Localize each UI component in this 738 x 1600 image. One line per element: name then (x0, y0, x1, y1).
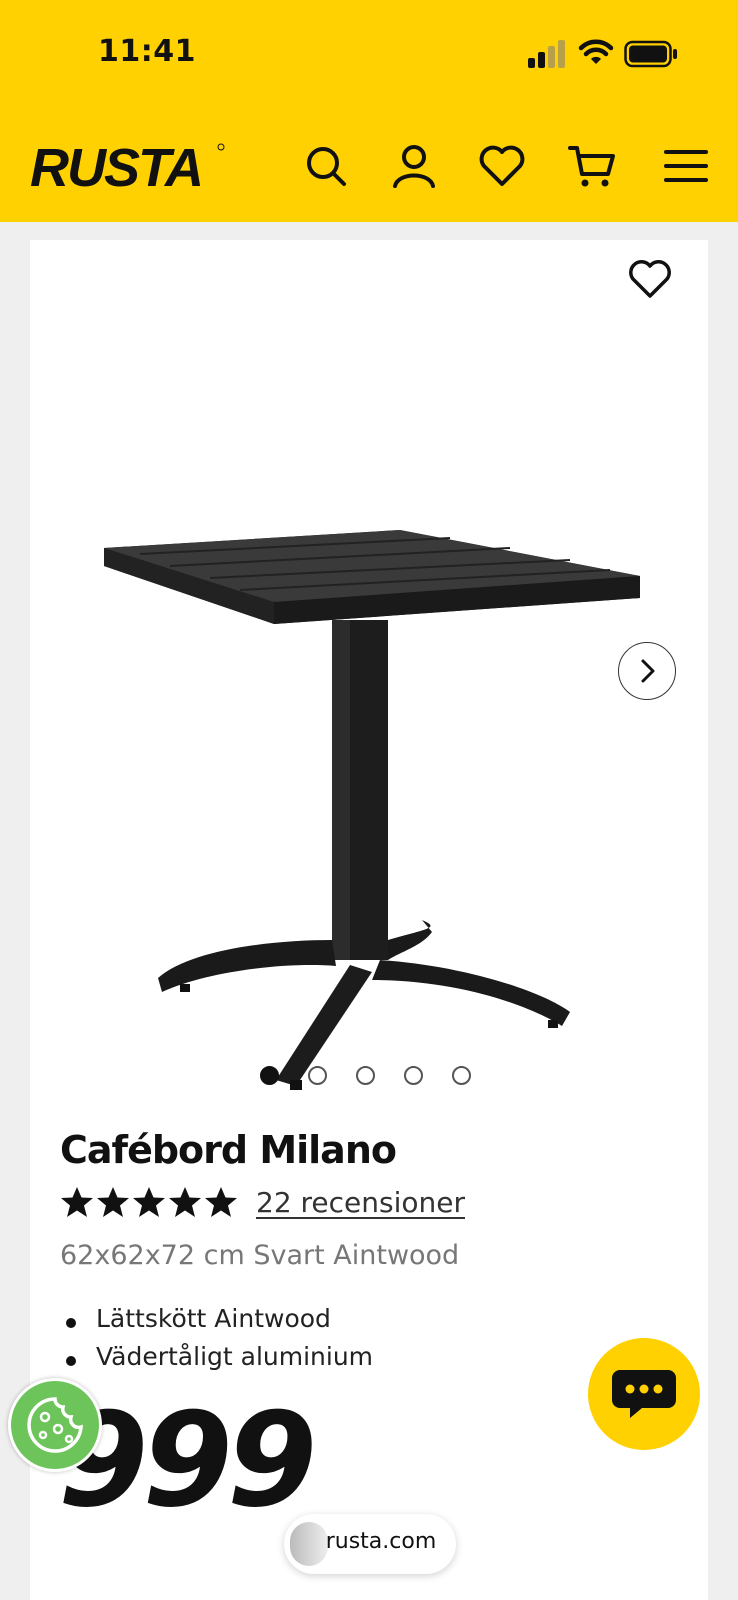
star-icon (133, 1187, 165, 1217)
add-to-favorites-button[interactable] (626, 256, 674, 302)
star-icon (61, 1187, 93, 1217)
svg-text:RUSTA: RUSTA (30, 138, 202, 194)
heart-icon[interactable] (478, 142, 526, 190)
feature-item: Lättskött Aintwood (96, 1304, 331, 1333)
gallery-dot-2[interactable] (308, 1066, 327, 1085)
product-variant: 62x62x72 cm Svart Aintwood (60, 1240, 460, 1271)
gallery-dot-5[interactable] (452, 1066, 471, 1085)
status-time: 11:41 (98, 34, 196, 69)
gallery-dot-4[interactable] (404, 1066, 423, 1085)
site-header: 11:41 RUSTA (0, 0, 738, 222)
bullet-icon (66, 1356, 76, 1366)
cookie-icon (27, 1397, 83, 1453)
browser-url-bar[interactable]: rusta.com (284, 1514, 456, 1574)
next-image-button[interactable] (618, 642, 676, 700)
menu-icon[interactable] (662, 142, 710, 190)
chevron-right-icon (641, 659, 655, 683)
user-icon[interactable] (390, 142, 438, 190)
product-title: Cafébord Milano (60, 1128, 397, 1172)
gallery-dot-1[interactable] (260, 1066, 279, 1085)
feature-item: Vädertåligt aluminium (96, 1342, 374, 1371)
product-image[interactable] (100, 380, 700, 1210)
rusta-logo-mark: RUSTA (30, 138, 225, 198)
reviews-link[interactable]: 22 recensioner (256, 1186, 465, 1219)
search-icon[interactable] (302, 142, 350, 190)
cookie-settings-button[interactable] (8, 1378, 102, 1472)
chat-button[interactable] (588, 1338, 700, 1450)
bullet-icon (66, 1318, 76, 1328)
url-text: rusta.com (325, 1529, 437, 1554)
battery-icon (624, 40, 677, 68)
chat-bubble-icon (612, 1370, 676, 1418)
cart-icon[interactable] (568, 142, 616, 190)
signal-icon (528, 40, 565, 68)
rusta-logo[interactable]: RUSTA (30, 138, 230, 198)
gallery-dot-3[interactable] (356, 1066, 375, 1085)
star-icon (169, 1187, 201, 1217)
wifi-icon (578, 39, 614, 64)
heart-icon (629, 260, 671, 298)
star-icon (97, 1187, 129, 1217)
star-icon (205, 1187, 237, 1217)
